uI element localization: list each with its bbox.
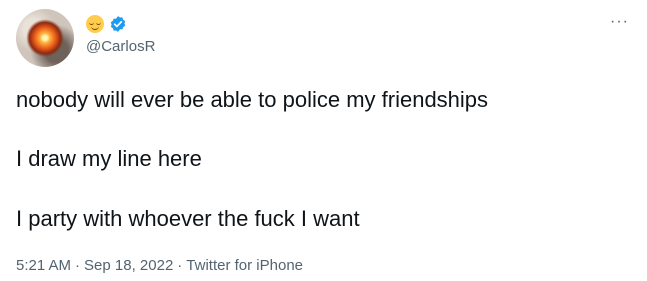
tweet-text-line-2: I draw my line here <box>16 146 202 171</box>
avatar[interactable] <box>16 9 74 67</box>
relieved-face-emoji-icon <box>86 15 104 33</box>
more-options-icon[interactable]: ··· <box>610 14 629 30</box>
tweet-metadata: 5:21 AM · Sep 18, 2022 · Twitter for iPhone <box>16 257 303 274</box>
tweet-date[interactable]: Sep 18, 2022 <box>84 257 173 274</box>
tweet-card: @CarlosR ··· nobody will ever be able to… <box>0 0 647 281</box>
separator-dot: · <box>75 257 81 274</box>
tweet-time[interactable]: 5:21 AM <box>16 257 71 274</box>
tweet-client[interactable]: Twitter for iPhone <box>186 257 303 274</box>
display-name-row[interactable] <box>86 14 127 34</box>
separator-dot: · <box>177 257 183 274</box>
tweet-text-line-3: I party with whoever the fuck I want <box>16 206 360 231</box>
tweet-text-line-1: nobody will ever be able to police my fr… <box>16 87 489 112</box>
verified-badge-icon <box>110 16 126 32</box>
user-handle[interactable]: @CarlosR <box>86 38 155 55</box>
